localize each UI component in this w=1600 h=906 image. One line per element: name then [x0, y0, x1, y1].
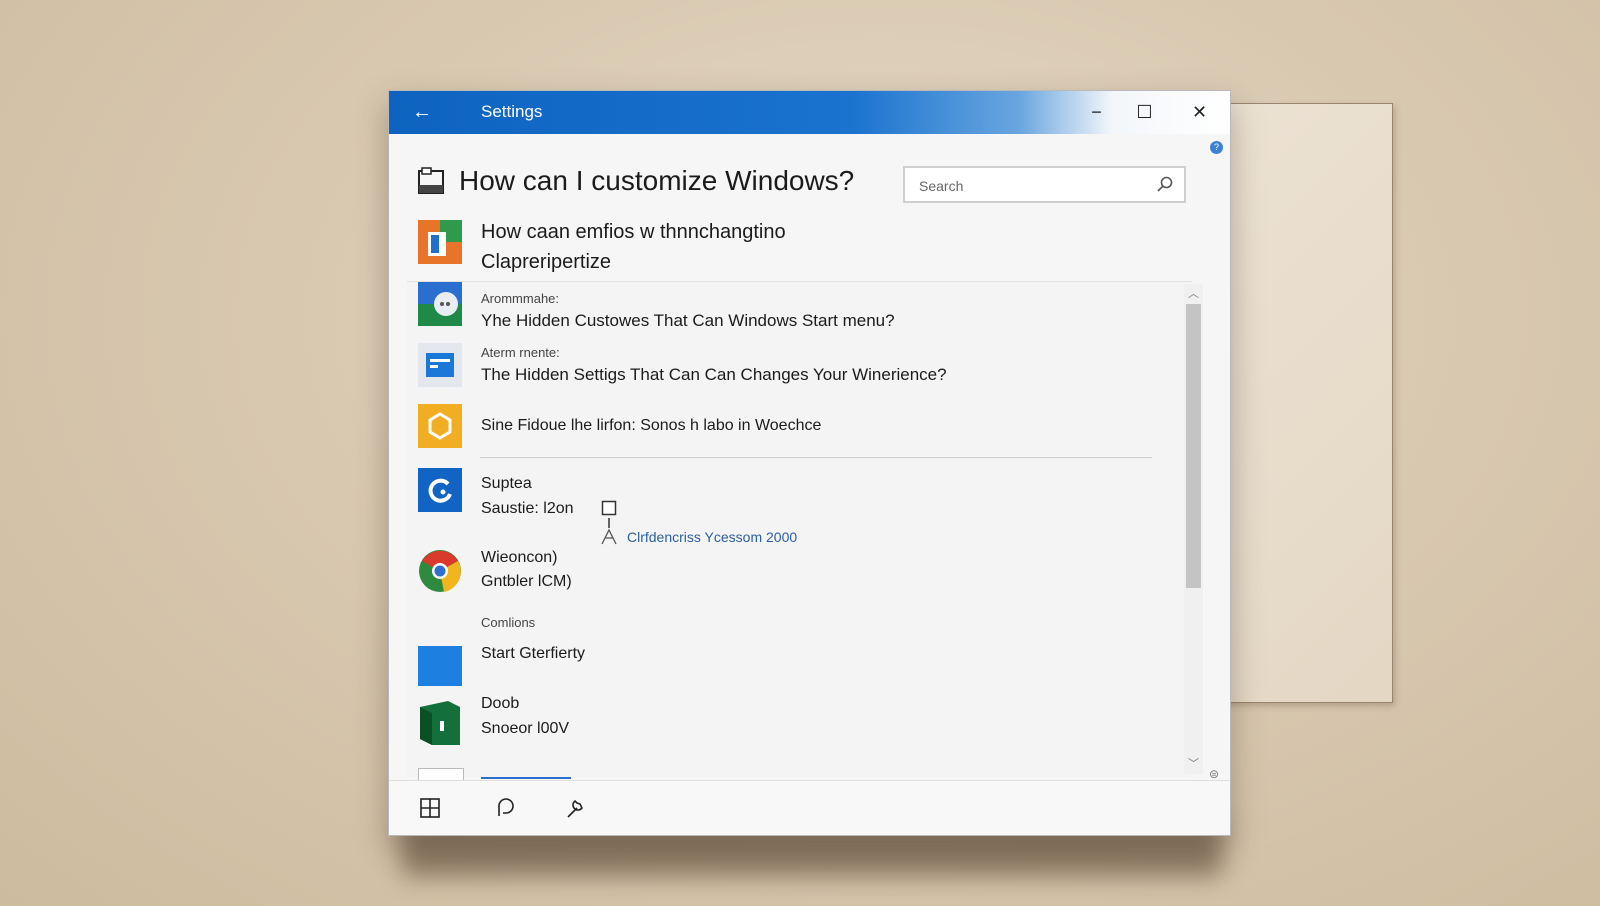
scroll-up-icon[interactable]: ︿ — [1184, 286, 1203, 302]
chat-bubble-icon[interactable] — [489, 792, 521, 824]
section-divider — [480, 457, 1152, 458]
green-book-app-icon[interactable] — [418, 701, 462, 745]
cursor-a-icon — [601, 518, 617, 545]
minimize-button[interactable]: − — [1073, 91, 1120, 134]
window-settings-icon — [418, 167, 444, 194]
list-item-title[interactable]: Doob — [481, 695, 519, 713]
green-chat-app-icon[interactable] — [418, 282, 462, 326]
wrench-icon[interactable] — [559, 792, 591, 824]
footer-toolbar — [389, 780, 1230, 835]
list-item-subtitle: Gntbler lCM) — [481, 573, 572, 590]
scroll-end-icon[interactable]: ⊜ — [1209, 767, 1219, 781]
blue-refresh-app-icon[interactable] — [418, 468, 462, 512]
search-icon[interactable] — [1156, 175, 1174, 193]
list-item-title[interactable]: Start Gterfierty — [481, 645, 585, 663]
blue-square-app-icon[interactable] — [418, 646, 462, 690]
list-item-category: Arommmahe: — [481, 291, 560, 306]
scroll-thumb[interactable] — [1186, 304, 1201, 588]
blue-window-app-icon[interactable] — [418, 343, 462, 387]
list-item-title[interactable]: Suptea — [481, 475, 532, 493]
annotation-label[interactable]: Clrfdencriss Ycessom 2000 — [627, 529, 797, 545]
yellow-hexagon-app-icon[interactable] — [418, 404, 462, 448]
windows-grid-icon[interactable] — [414, 792, 446, 824]
list-item-subtitle: Snoeor l00V — [481, 720, 570, 737]
scroll-down-icon[interactable]: ﹀ — [1184, 756, 1203, 772]
back-arrow-icon[interactable]: ← — [409, 100, 435, 124]
list-item-subtitle: Saustie: l2on — [481, 500, 574, 517]
orange-document-app-icon[interactable] — [418, 220, 462, 264]
list-item-title[interactable]: Wieoncon) — [481, 549, 557, 567]
list-item-title[interactable]: Yhe Hidden Custowes That Can Windows Sta… — [481, 311, 895, 331]
settings-window: ← Settings − ☐ ✕ ? How can I customize W… — [388, 90, 1231, 836]
search-input[interactable] — [917, 174, 1141, 198]
page-title: How can I customize Windows? — [459, 165, 855, 196]
list-item-subtitle: Clapreripertize — [481, 251, 612, 273]
checkbox-icon[interactable] — [601, 500, 617, 516]
help-badge-icon[interactable]: ? — [1210, 141, 1223, 154]
list-item-title[interactable]: The Hidden Settigs That Can Can Changes … — [481, 365, 947, 385]
list-item-category: Aterm rnente: — [481, 345, 560, 360]
maximize-button[interactable]: ☐ — [1121, 91, 1168, 134]
vertical-scrollbar[interactable]: ︿ ﹀ — [1184, 284, 1203, 774]
background-document-panel — [1205, 103, 1393, 703]
list-item-category: Comlions — [481, 615, 536, 630]
window-title: Settings — [481, 102, 543, 121]
list-item-title[interactable]: How caan emfios w thnnchangtino — [481, 221, 786, 244]
title-bar[interactable]: ← Settings − ☐ ✕ — [389, 91, 1230, 134]
list-item-title[interactable]: Sine Fidoue lhe lirfon: Sonos h labo in … — [481, 417, 821, 435]
list-item-partial-bar — [481, 777, 571, 779]
chrome-style-app-icon[interactable] — [418, 549, 462, 593]
search-box[interactable] — [903, 166, 1186, 203]
close-button[interactable]: ✕ — [1176, 91, 1223, 134]
